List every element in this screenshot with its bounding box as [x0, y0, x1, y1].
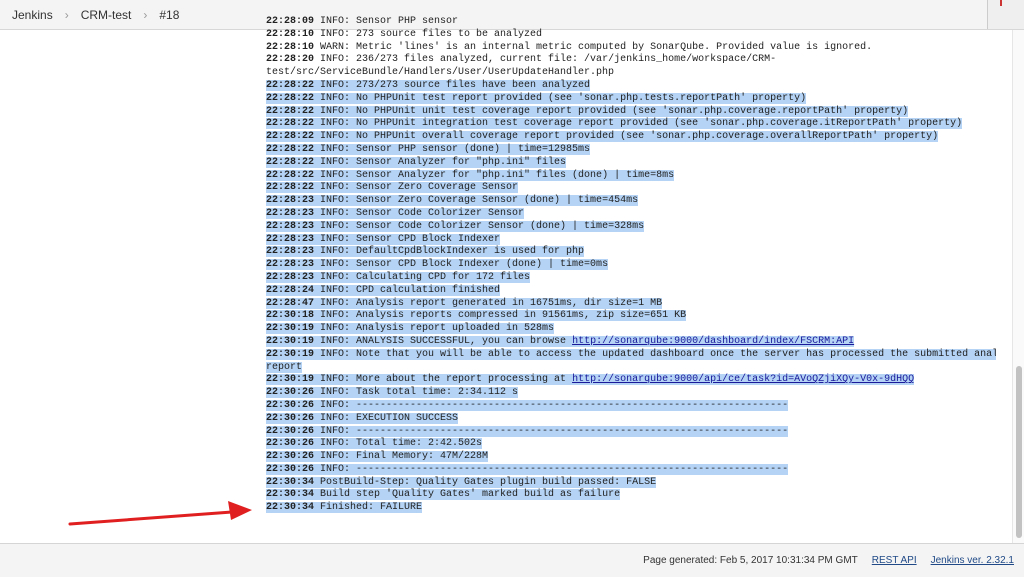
arrow-shaft	[68, 510, 234, 526]
arrow-head	[228, 501, 252, 520]
annotation-arrow	[68, 501, 252, 526]
